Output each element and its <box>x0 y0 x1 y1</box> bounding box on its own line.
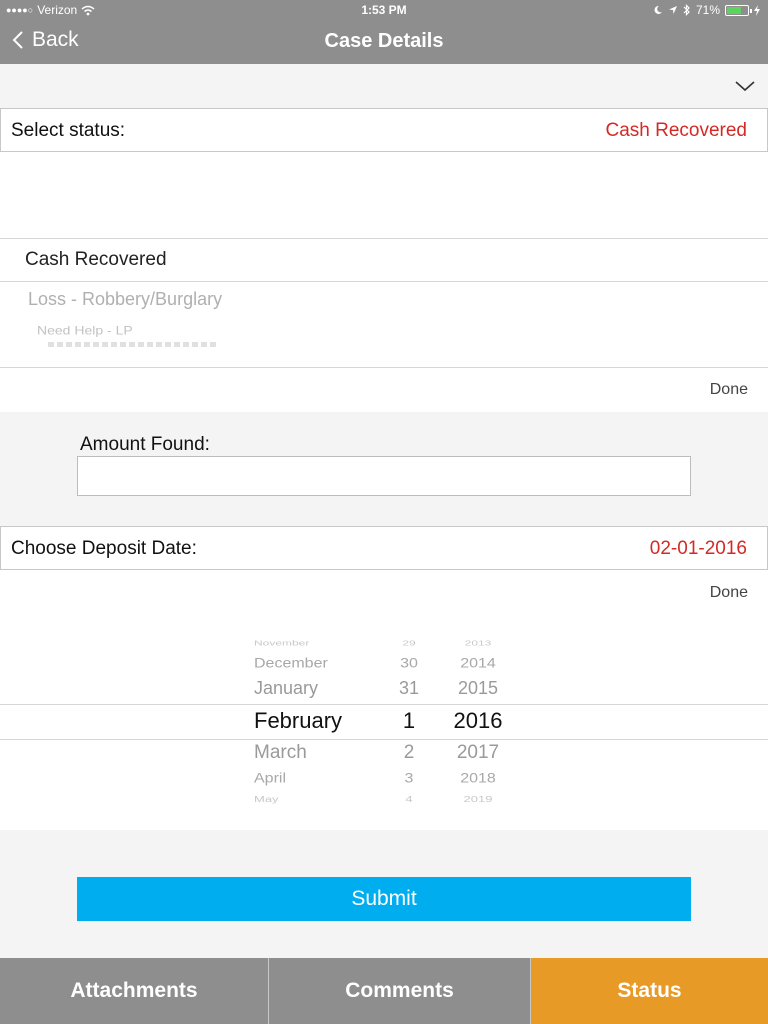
battery-icon <box>725 4 752 16</box>
picker-selection-line-top <box>0 238 768 239</box>
status-select-row[interactable]: Select status: Cash Recovered <box>0 108 768 152</box>
day-option[interactable]: 29 <box>384 639 434 647</box>
battery-fill <box>727 6 742 14</box>
year-option[interactable]: 2014 <box>446 656 510 671</box>
bluetooth-icon <box>683 4 690 16</box>
picker-faded-item <box>48 342 216 347</box>
day-option[interactable]: 3 <box>384 771 434 786</box>
charging-icon <box>754 4 760 16</box>
location-arrow-icon <box>668 6 677 14</box>
status-indicators: 71% <box>653 3 760 17</box>
tab-attachments[interactable]: Attachments <box>0 958 269 1024</box>
day-option[interactable]: 31 <box>384 678 434 699</box>
status-done-button[interactable]: Done <box>710 381 748 399</box>
year-option-selected[interactable]: 2016 <box>446 708 510 734</box>
status-select-label: Select status: <box>11 120 126 141</box>
chevron-down-icon[interactable] <box>734 76 756 96</box>
status-picker-toolbar: Done <box>0 367 768 412</box>
status-option-selected[interactable]: Cash Recovered <box>25 249 167 271</box>
deposit-date-value: 02-01-2016 <box>649 538 747 559</box>
submit-button[interactable]: Submit <box>77 877 691 921</box>
day-option-selected[interactable]: 1 <box>384 708 434 734</box>
moon-icon <box>654 5 662 14</box>
tab-comments[interactable]: Comments <box>269 958 531 1024</box>
day-option[interactable]: 30 <box>384 656 434 671</box>
month-option[interactable]: December <box>254 656 364 671</box>
picker-selection-line-top <box>0 704 768 705</box>
battery-percent: 71% <box>695 3 720 17</box>
year-option[interactable]: 2018 <box>446 771 510 786</box>
month-option[interactable]: January <box>254 678 364 699</box>
tab-bar: Attachments Comments Status <box>0 958 768 1024</box>
year-option[interactable]: 2015 <box>446 678 510 699</box>
year-option[interactable]: 2013 <box>446 639 510 647</box>
deposit-date-label: Choose Deposit Date: <box>11 538 197 559</box>
picker-selection-line-bottom <box>0 739 768 740</box>
page-title: Case Details <box>324 30 444 52</box>
month-option[interactable]: March <box>254 742 364 764</box>
day-option[interactable]: 4 <box>384 795 434 804</box>
picker-selection-line-bottom <box>0 281 768 282</box>
month-option[interactable]: November <box>254 639 364 647</box>
month-option[interactable]: May <box>254 795 364 804</box>
month-option[interactable]: April <box>254 771 364 786</box>
year-option[interactable]: 2019 <box>446 795 510 804</box>
date-done-button[interactable]: Done <box>710 584 748 602</box>
date-picker[interactable]: Done November December January February Marc… <box>0 570 768 830</box>
amount-input[interactable] <box>77 456 691 496</box>
battery-tip <box>750 8 752 13</box>
nav-bar: Back Case Details <box>0 20 768 64</box>
status-select-value: Cash Recovered <box>605 120 747 141</box>
status-option[interactable]: Loss - Robbery/Burglary <box>28 289 222 310</box>
month-option-selected[interactable]: February <box>254 708 364 734</box>
deposit-date-row[interactable]: Choose Deposit Date: 02-01-2016 <box>0 526 768 570</box>
year-option[interactable]: 2017 <box>446 742 510 764</box>
status-option[interactable]: Need Help - LP <box>37 323 133 337</box>
amount-label: Amount Found: <box>80 434 210 455</box>
tab-status[interactable]: Status <box>531 958 768 1024</box>
status-picker[interactable]: Cash Recovered Loss - Robbery/Burglary N… <box>0 152 768 368</box>
status-bar: ●●●●○ Verizon 1:53 PM 71% <box>0 0 768 20</box>
day-option[interactable]: 2 <box>384 742 434 764</box>
